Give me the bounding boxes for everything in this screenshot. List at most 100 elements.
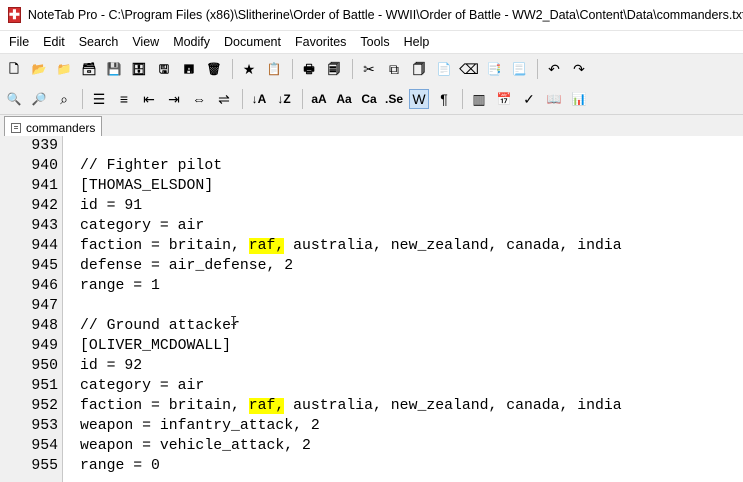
- code-line: id = 91: [63, 196, 743, 216]
- menu-tools[interactable]: Tools: [353, 31, 396, 53]
- menu-document[interactable]: Document: [217, 31, 288, 53]
- bullet-list-icon[interactable]: ☰: [89, 89, 109, 109]
- spellcheck-icon[interactable]: ✓: [519, 89, 539, 109]
- code-text: defense = air_defense, 2: [80, 258, 294, 274]
- code-text: category = air: [80, 378, 205, 394]
- clipbook-icon[interactable]: 📋: [264, 59, 284, 79]
- window-title: NoteTab Pro - C:\Program Files (x86)\Sli…: [27, 8, 743, 22]
- copy-append-icon[interactable]: 🗍: [409, 59, 429, 79]
- save-all-icon[interactable]: 🗄: [129, 59, 149, 79]
- code-line: // Fighter pilot: [63, 156, 743, 176]
- save-icon[interactable]: 💾: [104, 59, 124, 79]
- line-number: 951: [31, 378, 58, 394]
- line-number: 946: [31, 278, 58, 294]
- line-number: 949: [31, 338, 58, 354]
- code-text: id = 91: [80, 198, 143, 214]
- toolbar-separator: [302, 89, 303, 109]
- line-number: 947: [31, 298, 58, 314]
- favorites-icon[interactable]: ★: [239, 59, 259, 79]
- indent-icon[interactable]: ⇥: [164, 89, 184, 109]
- find-replace-icon[interactable]: 🔎: [29, 89, 49, 109]
- paragraph-marks-icon[interactable]: ¶: [434, 89, 454, 109]
- toolbar-separator: [292, 59, 293, 79]
- menu-help[interactable]: Help: [397, 31, 437, 53]
- menu-search[interactable]: Search: [72, 31, 126, 53]
- code-text: australia, new_zealand, canada, india: [284, 238, 622, 254]
- align-icon[interactable]: ⇌: [214, 89, 234, 109]
- line-number-gutter: 939 940 941 942 943 944 945 946 947 948 949 950 951 9…: [0, 136, 63, 482]
- code-line: defense = air_defense, 2: [63, 256, 743, 276]
- code-text: range = 0: [80, 458, 160, 474]
- menu-favorites[interactable]: Favorites: [288, 31, 353, 53]
- calendar-icon[interactable]: 📅: [494, 89, 514, 109]
- dictionary-icon[interactable]: 📖: [544, 89, 564, 109]
- line-number: 954: [31, 438, 58, 454]
- cut-icon[interactable]: ✂: [359, 59, 379, 79]
- code-text: faction = britain,: [80, 398, 249, 414]
- print-icon[interactable]: 🖶: [299, 59, 319, 79]
- find-next-icon[interactable]: ⌕: [54, 89, 74, 109]
- code-text: weapon = vehicle_attack, 2: [80, 438, 311, 454]
- word-wrap-icon[interactable]: W: [409, 89, 429, 109]
- save-as-icon[interactable]: 🖫: [154, 59, 174, 79]
- print-preview-icon[interactable]: 🗐: [324, 59, 344, 79]
- sort-ascending-icon[interactable]: ↓A: [249, 89, 269, 109]
- open-multiple-icon[interactable]: 🗃: [79, 59, 99, 79]
- app-icon[interactable]: ✚: [8, 7, 21, 23]
- menu-bar: File Edit Search View Modify Document Fa…: [0, 31, 743, 53]
- paste-clear-icon[interactable]: 📃: [509, 59, 529, 79]
- lowercase-icon[interactable]: aA: [309, 89, 329, 109]
- new-file-icon[interactable]: 🗋: [4, 59, 24, 79]
- code-text: weapon = infantry_attack, 2: [80, 418, 320, 434]
- line-number: 953: [31, 418, 58, 434]
- capitalize-icon[interactable]: Ca: [359, 89, 379, 109]
- menu-edit[interactable]: Edit: [36, 31, 72, 53]
- text-editor[interactable]: I // Fighter pilot [THOMAS_ELSDON] id = 91…: [63, 136, 743, 482]
- line-number: 945: [31, 258, 58, 274]
- code-text: faction = britain,: [80, 238, 249, 254]
- code-line: [OLIVER_MCDOWALL]: [63, 336, 743, 356]
- line-number: 941: [31, 178, 58, 194]
- code-text: // Fighter pilot: [80, 158, 223, 174]
- paste-special-icon[interactable]: 📑: [484, 59, 504, 79]
- menu-modify[interactable]: Modify: [166, 31, 217, 53]
- editor-area: 939 940 941 942 943 944 945 946 947 948 949 950 951 9…: [0, 136, 743, 482]
- open-folder-icon[interactable]: 📁: [54, 59, 74, 79]
- open-file-icon[interactable]: 📂: [29, 59, 49, 79]
- code-text: category = air: [80, 218, 205, 234]
- copy-icon[interactable]: ⧉: [384, 59, 404, 79]
- uppercase-icon[interactable]: Aa: [334, 89, 354, 109]
- menu-view[interactable]: View: [125, 31, 166, 53]
- toolbar-separator: [82, 89, 83, 109]
- erase-icon[interactable]: ⌫: [459, 59, 479, 79]
- redo-icon[interactable]: ↷: [569, 59, 589, 79]
- column-view-icon[interactable]: ▥: [469, 89, 489, 109]
- justify-icon[interactable]: ⇔: [189, 89, 209, 109]
- code-text: [OLIVER_MCDOWALL]: [80, 338, 231, 354]
- delete-icon[interactable]: 🗑: [204, 59, 224, 79]
- menu-file[interactable]: File: [2, 31, 36, 53]
- save-close-icon[interactable]: 🖪: [179, 59, 199, 79]
- undo-icon[interactable]: ↶: [544, 59, 564, 79]
- numbered-list-icon[interactable]: ≡: [114, 89, 134, 109]
- format-toolbar: 🔍 🔎 ⌕ ☰ ≡ ⇤ ⇥ ⇔ ⇌ ↓A ↓Z aA Aa Ca .Se W ¶ ▥ 📅 ✓ 📖 📊: [0, 84, 743, 114]
- line-number: 943: [31, 218, 58, 234]
- tab-commanders[interactable]: commanders: [4, 116, 103, 138]
- find-icon[interactable]: 🔍: [4, 89, 24, 109]
- toolbar-separator: [352, 59, 353, 79]
- code-line: range = 0: [63, 456, 743, 476]
- code-line: weapon = vehicle_attack, 2: [63, 436, 743, 456]
- toolbar-separator: [462, 89, 463, 109]
- paste-icon[interactable]: 📄: [434, 59, 454, 79]
- outdent-icon[interactable]: ⇤: [139, 89, 159, 109]
- search-highlight: raf,: [248, 398, 285, 414]
- line-number: 939: [31, 138, 58, 154]
- sort-descending-icon[interactable]: ↓Z: [274, 89, 294, 109]
- statistics-icon[interactable]: 📊: [569, 89, 589, 109]
- line-number: 950: [31, 358, 58, 374]
- toolbar-separator: [232, 59, 233, 79]
- sentence-case-icon[interactable]: .Se: [384, 89, 404, 109]
- mouse-cursor-ibeam-icon: I: [230, 314, 238, 328]
